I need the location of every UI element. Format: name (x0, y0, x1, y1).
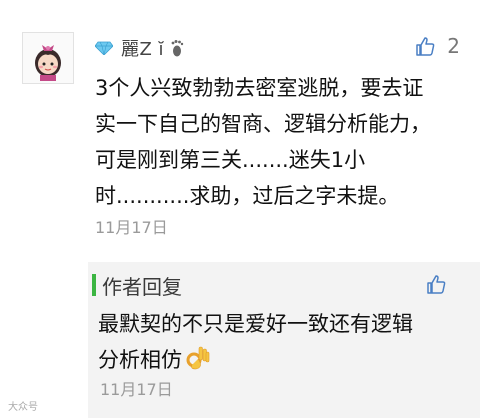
comment-card: 麗Z ĭ 2 3个人兴致勃勃去密室逃脱，要去证 实一下自己的智商、逻辑分析能力，… (0, 0, 480, 418)
footprint-emoji-icon (171, 40, 184, 57)
watermark: 大众号 (8, 402, 38, 413)
comment-text: 3个人兴致勃勃去密室逃脱，要去证 实一下自己的智商、逻辑分析能力， 可是刚到第三… (95, 70, 455, 214)
diamond-badge-icon (95, 41, 113, 55)
reply-date: 11月17日 (100, 380, 173, 399)
comment-text-line: 可是刚到第三关.......迷失1小 (95, 148, 366, 172)
username-row: 麗Z ĭ (95, 36, 184, 60)
ok-hand-emoji-icon (186, 346, 210, 370)
username[interactable]: 麗Z ĭ (121, 35, 164, 61)
reply-label: 作者回复 (102, 275, 182, 299)
author-reply: 作者回复 最默契的不只是爱好一致还有逻辑 分析相仿 11月17日 (88, 262, 480, 418)
reply-text-line: 分析相仿 (98, 342, 468, 378)
like-count: 2 (447, 34, 460, 58)
like-button[interactable]: 2 (415, 34, 460, 58)
comment-date: 11月17日 (95, 218, 168, 237)
thumbs-up-icon (416, 37, 435, 56)
reply-thumbs-up-icon[interactable] (426, 274, 446, 294)
comment-text-line: 实一下自己的智商、逻辑分析能力， (95, 112, 431, 136)
comment-text-line: 时...........求助，过后之字未提。 (95, 184, 400, 208)
avatar[interactable] (22, 32, 74, 84)
comment-text-line: 3个人兴致勃勃去密室逃脱，要去证 (95, 76, 424, 100)
reply-accent-bar (92, 274, 96, 296)
reply-text-line: 最默契的不只是爱好一致还有逻辑 (98, 312, 413, 336)
reply-text: 最默契的不只是爱好一致还有逻辑 分析相仿 (98, 306, 468, 378)
avatar-cartoon-girl-icon (35, 45, 61, 81)
reply-text-line-content: 分析相仿 (98, 348, 182, 372)
